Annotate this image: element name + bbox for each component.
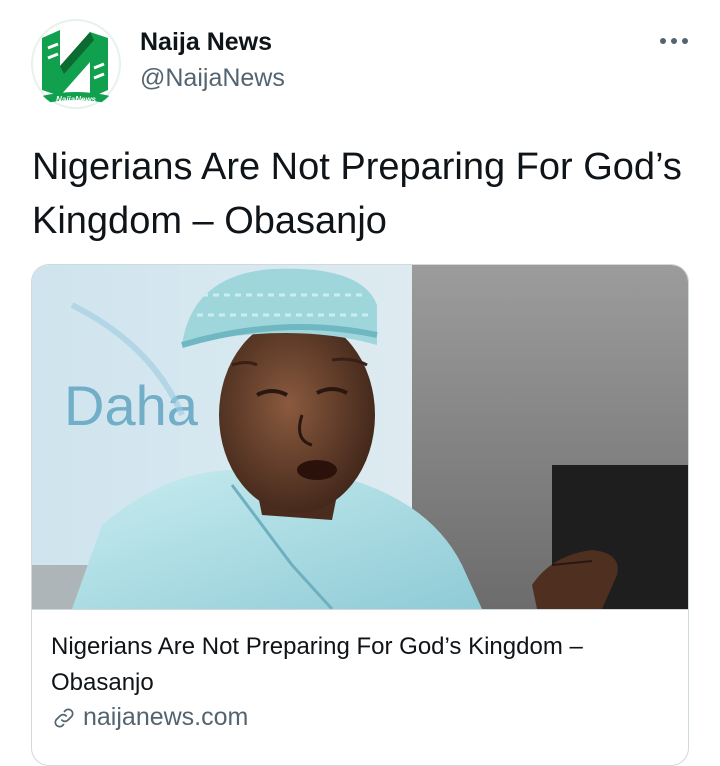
- more-options-icon-dot: [682, 38, 688, 44]
- avatar[interactable]: NaijaNews: [30, 18, 122, 110]
- card-domain[interactable]: naijanews.com: [51, 703, 248, 732]
- naija-news-logo: NaijaNews: [30, 18, 122, 110]
- link-preview-card[interactable]: Daha Nigerians Are Not Preparing For God…: [31, 264, 689, 766]
- more-options-button[interactable]: [654, 24, 694, 58]
- card-domain-text: naijanews.com: [83, 703, 249, 731]
- card-title[interactable]: Nigerians Are Not Preparing For God’s Ki…: [51, 629, 671, 701]
- tweet-text: Nigerians Are Not Preparing For God’s Ki…: [32, 146, 682, 242]
- svg-text:NaijaNews: NaijaNews: [56, 95, 97, 104]
- card-image[interactable]: Daha: [32, 265, 688, 610]
- author-handle[interactable]: @NaijaNews: [140, 64, 285, 93]
- obasanjo-photo: Daha: [32, 265, 688, 609]
- more-options-icon: [660, 38, 666, 44]
- more-options-icon-dot: [671, 38, 677, 44]
- link-icon: [54, 707, 74, 728]
- author-name[interactable]: Naija News: [140, 28, 272, 57]
